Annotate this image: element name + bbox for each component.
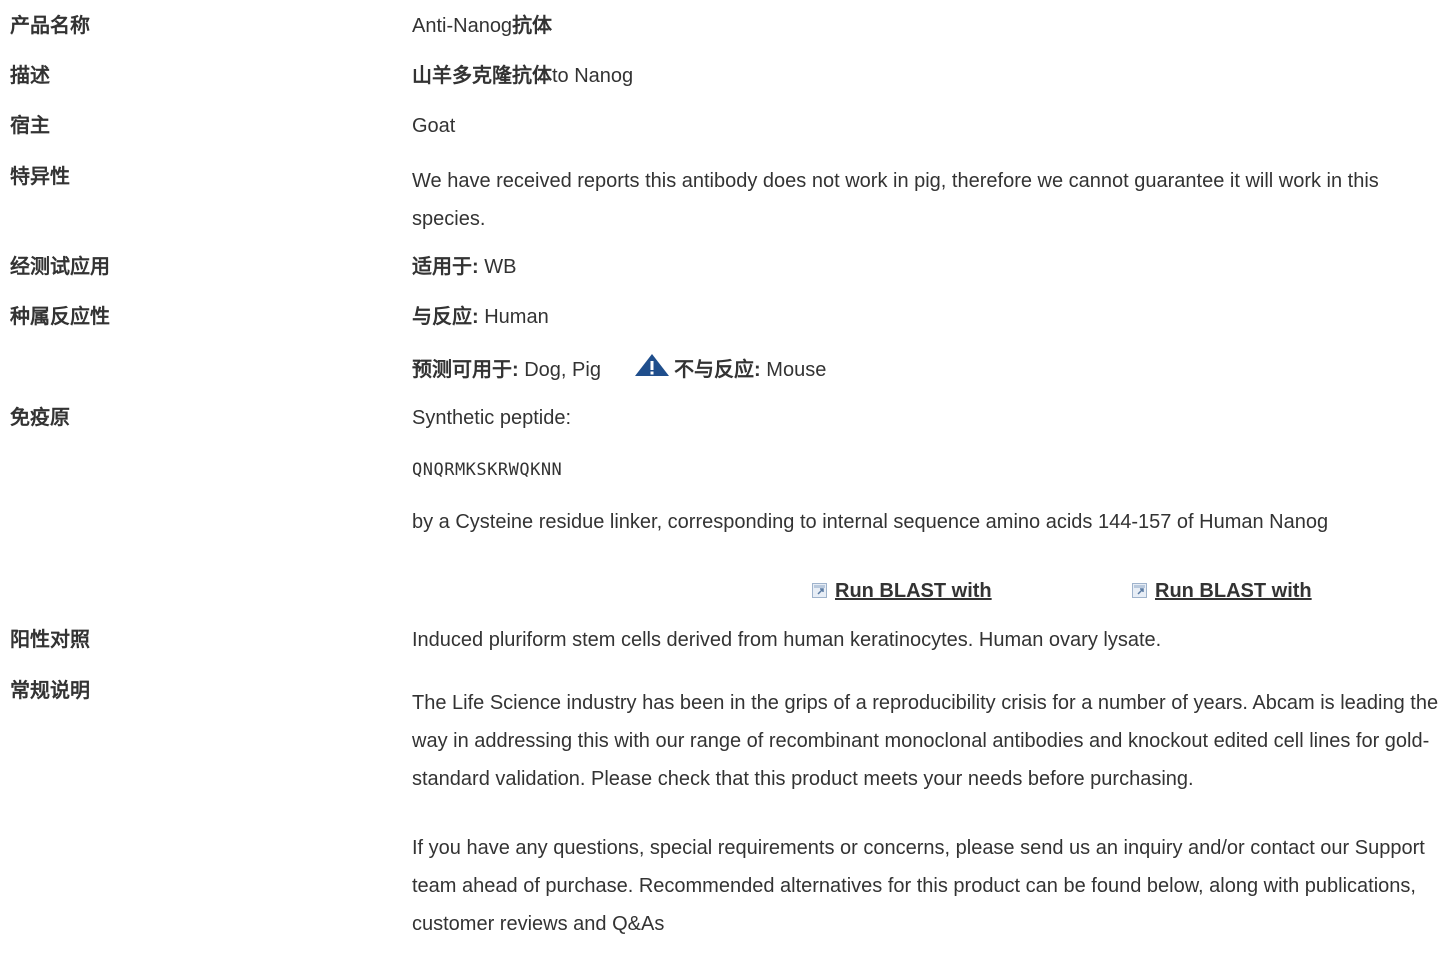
run-blast-label-1: Run BLAST with bbox=[835, 580, 992, 602]
run-blast-label-2: Run BLAST with bbox=[1155, 580, 1312, 602]
positive-control-value: Induced pluriform stem cells derived fro… bbox=[412, 629, 1162, 651]
immunogen-label: 免疫原 bbox=[10, 407, 70, 429]
description-value: 山羊多克隆抗体to Nanog bbox=[412, 61, 1442, 91]
immunogen-sequence: QNQRMKSKRWQKNN bbox=[412, 460, 563, 480]
applications-key: 适用于: bbox=[412, 256, 479, 278]
not-reacts-key: 不与反应: bbox=[674, 359, 761, 381]
product-name-label: 产品名称 bbox=[10, 15, 90, 37]
predicted-value: Dog, Pig bbox=[518, 359, 601, 381]
immunogen-description: by a Cysteine residue linker, correspond… bbox=[412, 511, 1329, 533]
run-blast-link-1[interactable]: Run BLAST with bbox=[812, 576, 992, 606]
predicted-reactivity: 预测可用于: Dog, Pig 不与反应: Mouse bbox=[412, 353, 1442, 385]
applications-value: WB bbox=[478, 256, 517, 278]
predicted-key: 预测可用于: bbox=[412, 359, 519, 381]
species-reactivity-label: 种属反应性 bbox=[10, 306, 110, 328]
specificity-label: 特异性 bbox=[10, 166, 70, 188]
warning-triangle-icon bbox=[635, 354, 670, 376]
reacts-value: Human bbox=[478, 306, 549, 328]
specificity-value: We have received reports this antibody d… bbox=[412, 170, 1379, 230]
host-label: 宿主 bbox=[10, 115, 50, 137]
host-value: Goat bbox=[412, 115, 456, 137]
description-en-text: to Nanog bbox=[552, 65, 634, 87]
description-cn-text: 山羊多克隆抗体 bbox=[412, 65, 552, 87]
run-blast-link-2[interactable]: Run BLAST with bbox=[1132, 576, 1312, 606]
general-notes-label: 常规说明 bbox=[10, 680, 90, 702]
description-label: 描述 bbox=[10, 65, 50, 87]
not-reacts-value: Mouse bbox=[760, 359, 827, 381]
general-notes-paragraph-1: The Life Science industry has been in th… bbox=[412, 692, 1439, 790]
product-name-value: Anti-Nanog抗体 bbox=[412, 11, 1442, 41]
immunogen-line1: Synthetic peptide: bbox=[412, 407, 571, 429]
tested-applications-label: 经测试应用 bbox=[10, 256, 110, 278]
product-name-text: Anti-Nanog bbox=[412, 15, 513, 37]
positive-control-label: 阳性对照 bbox=[10, 629, 90, 651]
product-name-suffix: 抗体 bbox=[512, 15, 553, 37]
tested-applications-value: 适用于: WB bbox=[412, 252, 1442, 282]
reacts-with: 与反应: Human bbox=[412, 302, 1442, 332]
reacts-key: 与反应: bbox=[412, 306, 479, 328]
external-link-icon bbox=[1132, 583, 1147, 598]
external-link-icon bbox=[812, 583, 827, 598]
general-notes-paragraph-2: If you have any questions, special requi… bbox=[412, 837, 1425, 935]
